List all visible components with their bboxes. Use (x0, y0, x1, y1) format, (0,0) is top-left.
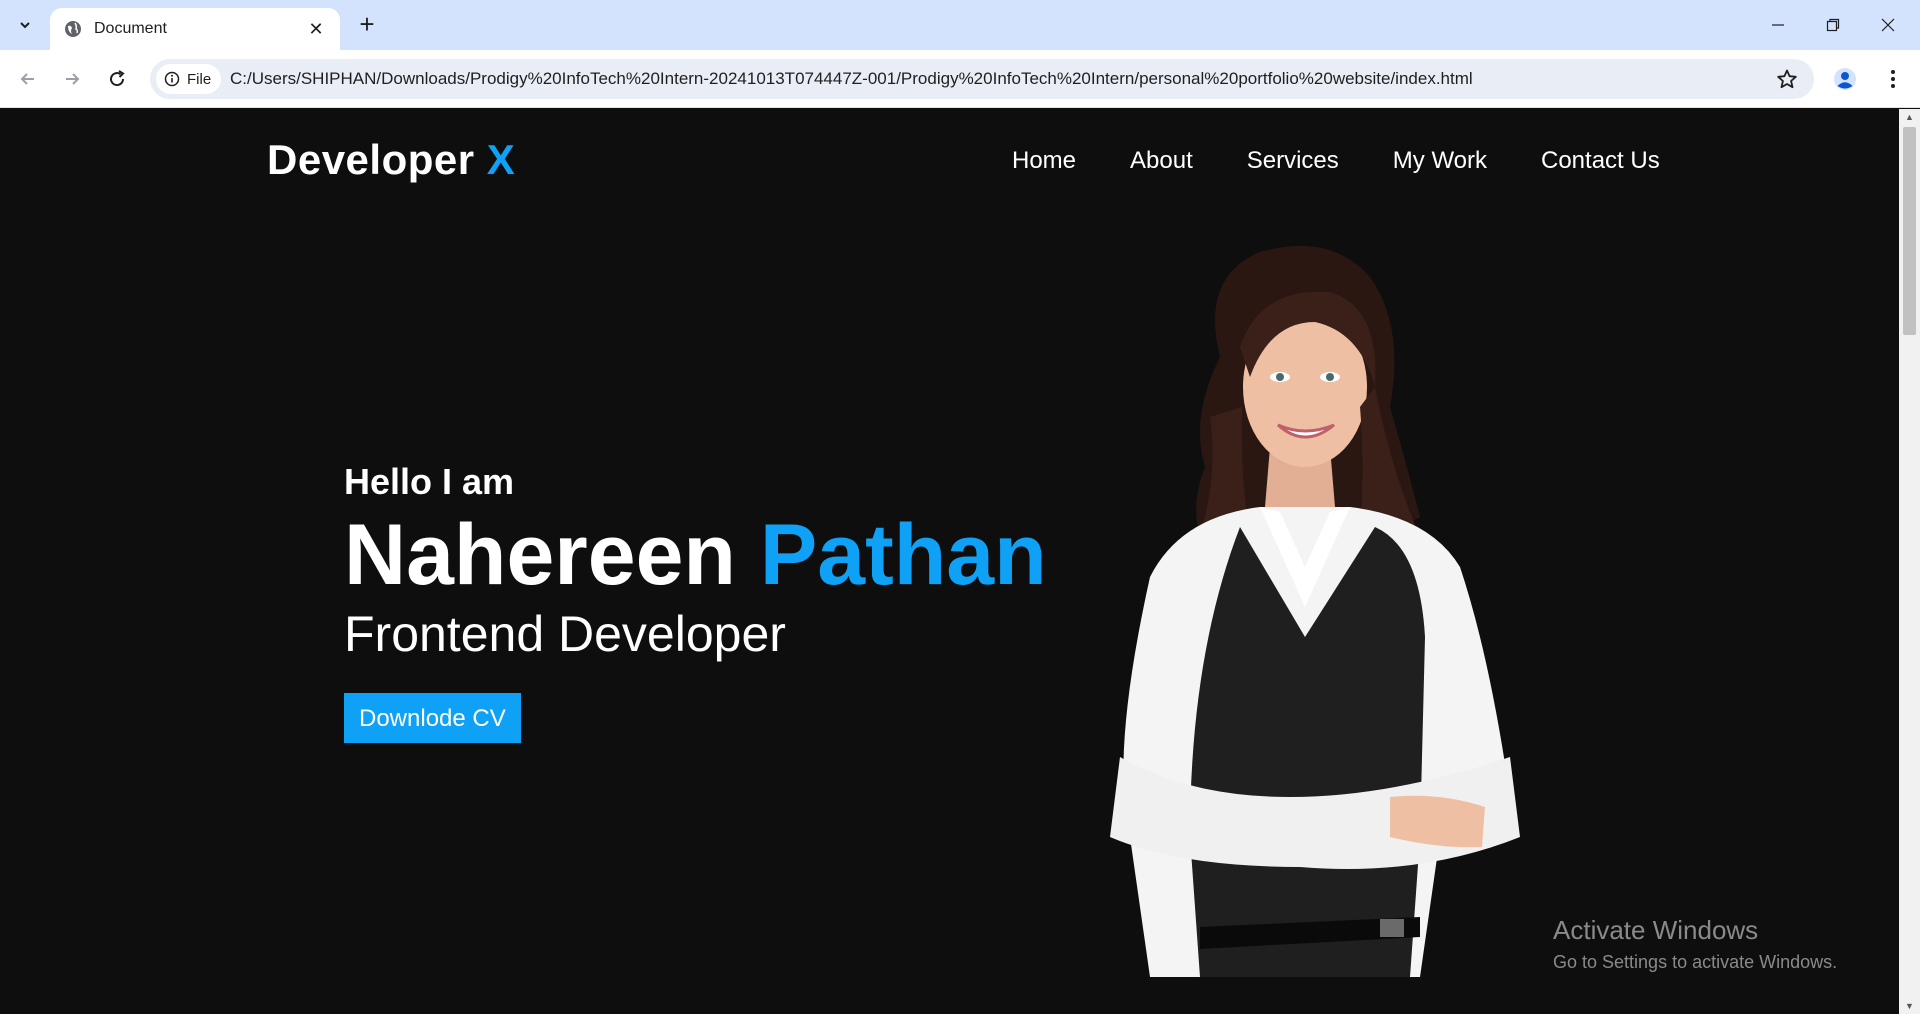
forward-button[interactable] (56, 63, 88, 95)
site-logo[interactable]: Developer X (267, 136, 515, 184)
hero-first-name: Nahereen (344, 507, 736, 603)
bookmark-star-icon[interactable] (1776, 68, 1798, 90)
profile-button[interactable] (1829, 63, 1861, 95)
hero-portrait-image (1110, 245, 1520, 977)
back-button[interactable] (12, 63, 44, 95)
page-viewport: Developer X Home About Services My Work … (0, 109, 1899, 1014)
new-tab-button[interactable]: + (352, 10, 382, 40)
more-vertical-icon (1891, 70, 1895, 88)
page-scrollbar[interactable]: ▲ ▼ (1899, 109, 1920, 1014)
close-tab-icon[interactable]: ✕ (306, 19, 326, 40)
main-nav: Home About Services My Work Contact Us (1012, 147, 1660, 175)
scroll-up-icon[interactable]: ▲ (1899, 109, 1920, 125)
nav-my-work[interactable]: My Work (1393, 147, 1487, 175)
reload-button[interactable] (101, 63, 133, 95)
nav-home[interactable]: Home (1012, 147, 1076, 175)
arrow-right-icon (66, 73, 80, 85)
scroll-down-icon[interactable]: ▼ (1899, 998, 1920, 1014)
info-icon (164, 71, 180, 87)
tab-title: Document (94, 20, 167, 37)
url-text[interactable]: C:/Users/SHIPHAN/Downloads/Prodigy%20Inf… (230, 59, 1473, 99)
minimize-button[interactable] (1756, 10, 1800, 40)
watermark-title: Activate Windows (1553, 915, 1759, 945)
chevron-down-icon (20, 22, 30, 29)
browser-toolbar: File C:/Users/SHIPHAN/Downloads/Prodigy%… (0, 50, 1920, 108)
hero-section: Hello I am Nahereen Pathan Frontend Deve… (344, 461, 1047, 743)
arrow-left-icon (20, 73, 34, 85)
download-cv-button[interactable]: Downlode CV (344, 693, 521, 743)
browser-menu-button[interactable] (1878, 63, 1908, 95)
site-info-chip[interactable]: File (156, 64, 222, 94)
minimize-icon (1772, 24, 1784, 26)
restore-icon (1826, 18, 1840, 32)
browser-tab-bar: Document ✕ + (0, 0, 1920, 50)
close-icon (1881, 18, 1895, 32)
globe-icon (65, 21, 81, 37)
nav-about[interactable]: About (1130, 147, 1193, 175)
address-bar[interactable]: File C:/Users/SHIPHAN/Downloads/Prodigy%… (150, 59, 1814, 99)
tab-search-button[interactable] (8, 9, 42, 41)
logo-text: Developer (267, 136, 475, 183)
nav-contact-us[interactable]: Contact Us (1541, 147, 1660, 175)
reload-icon (110, 70, 125, 87)
logo-accent: X (486, 136, 516, 183)
scrollbar-thumb[interactable] (1903, 127, 1916, 335)
browser-tab[interactable]: Document ✕ (50, 8, 340, 50)
profile-icon (1834, 68, 1856, 90)
watermark-subtitle: Go to Settings to activate Windows. (1553, 952, 1838, 972)
close-window-button[interactable] (1866, 10, 1910, 40)
hero-role: Frontend Developer (344, 606, 786, 662)
hero-name: Nahereen Pathan (344, 503, 1047, 607)
windows-activation-watermark: Activate Windows Go to Settings to activ… (1553, 915, 1837, 973)
hero-greeting: Hello I am (344, 461, 515, 502)
file-chip-label: File (187, 70, 212, 88)
nav-services[interactable]: Services (1247, 147, 1339, 175)
hero-last-name: Pathan (759, 507, 1047, 603)
restore-button[interactable] (1811, 10, 1855, 40)
